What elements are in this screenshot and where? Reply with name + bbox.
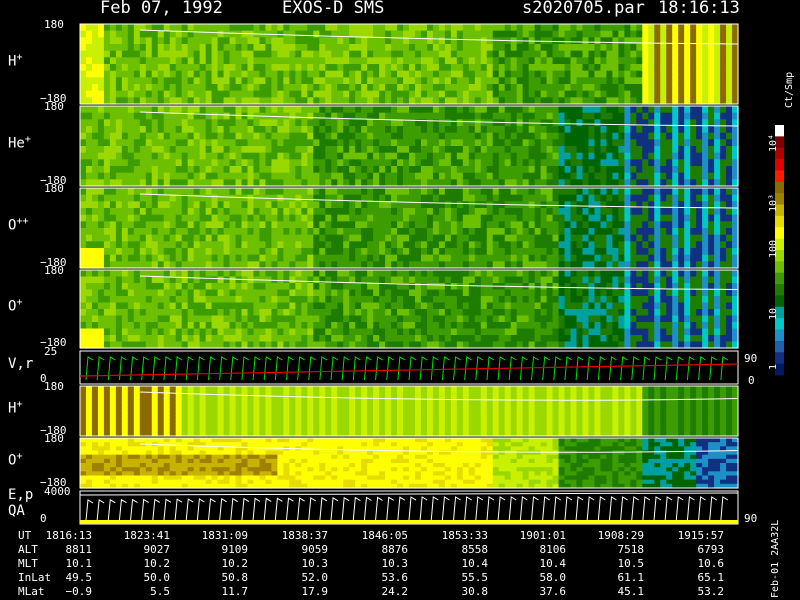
panel-right-top-8: 90 (744, 512, 758, 525)
panel-8 (79, 490, 739, 525)
ephemeris-cell: 11.7 (221, 585, 249, 598)
panel-top-tick-6: 180 (44, 380, 64, 393)
ephemeris-cell: 10.4 (539, 557, 567, 570)
ephemeris-cell: 10.3 (301, 557, 329, 570)
panel-label-1: H+ (8, 52, 23, 70)
colorbar-tick-100: 100 (768, 239, 779, 258)
ephemeris-cell: 1816:13 (45, 529, 92, 542)
panel-right-bottom-5: 0 (748, 374, 755, 387)
ephemeris-cell: 10.6 (697, 557, 725, 570)
ephemeris-cell: 61.1 (617, 571, 645, 584)
colorbar-tick-10: 10 (768, 307, 779, 320)
ephemeris-cell: 58.0 (539, 571, 567, 584)
ephemeris-cell: 55.5 (461, 571, 489, 584)
panel-7 (79, 437, 739, 489)
ephemeris-cell: 8106 (539, 543, 567, 556)
ephemeris-cell: 45.1 (617, 585, 645, 598)
panel-2 (79, 105, 739, 187)
ephemeris-cell: 52.0 (301, 571, 329, 584)
ephemeris-cell: 1901:01 (519, 529, 566, 542)
panel-6 (79, 385, 739, 437)
panel-bottom-tick-8: 0 (40, 512, 47, 525)
ephemeris-cell: 6793 (697, 543, 725, 556)
colorbar-tick-1e4: 10⁴ (768, 133, 779, 152)
ephemeris-cell: 50.0 (143, 571, 171, 584)
ephemeris-cell: 8558 (461, 543, 489, 556)
ephemeris-cell: 10.5 (617, 557, 645, 570)
ephemeris-cell: 65.1 (697, 571, 725, 584)
panel-label-2: He+ (8, 134, 31, 152)
panel-top-tick-1: 180 (44, 18, 64, 31)
panel-top-tick-3: 180 (44, 182, 64, 195)
panel-5 (79, 350, 739, 385)
panel-top-tick-5: 25 (44, 345, 58, 358)
ephemeris-cell: 24.2 (381, 585, 409, 598)
panel-label-6: H+ (8, 399, 23, 417)
ephemeris-row-label: MLT (18, 557, 38, 570)
spectrogram-panels (79, 23, 784, 525)
ephemeris-cell: 53.2 (697, 585, 725, 598)
ephemeris-cell: 8811 (65, 543, 93, 556)
panel-4 (79, 269, 739, 349)
ephemeris-cell: 1838:37 (281, 529, 328, 542)
panel-label-8: E,p QA (8, 487, 34, 519)
colorbar-title: Ct/Smp (784, 71, 795, 108)
panel-3 (79, 187, 739, 269)
ephemeris-cell: 1908:29 (597, 529, 644, 542)
ephemeris-row-label: UT (18, 529, 32, 542)
panel-top-tick-8: 4000 (44, 485, 71, 498)
panel-right-top-5: 90 (744, 352, 758, 365)
ephemeris-cell: 10.1 (65, 557, 93, 570)
colorbar-tick-1: 1 (768, 363, 779, 370)
colorbar-tick-1e3: 10³ (768, 193, 779, 212)
panel-label-7: O+ (8, 451, 23, 469)
ephemeris-cell: 1846:05 (361, 529, 408, 542)
panel-top-tick-4: 180 (44, 264, 64, 277)
ephemeris-cell: 8876 (381, 543, 409, 556)
ephemeris-cell: 9059 (301, 543, 329, 556)
ephemeris-cell: 30.8 (461, 585, 489, 598)
ephemeris-cell: 9027 (143, 543, 171, 556)
ephemeris-cell: 1831:09 (201, 529, 248, 542)
ephemeris-cell: 1853:33 (441, 529, 488, 542)
qa-bar (80, 520, 738, 524)
ephemeris-cell: 1823:41 (123, 529, 170, 542)
footer-id: Feb-01 2AA32L (770, 519, 781, 598)
ephemeris-cell: 10.3 (381, 557, 409, 570)
ephemeris-cell: 5.5 (150, 585, 170, 598)
ephemeris-cell: 50.8 (221, 571, 249, 584)
ephemeris-cell: −0.9 (65, 585, 93, 598)
ephemeris-cell: 37.6 (539, 585, 567, 598)
panel-top-tick-2: 180 (44, 100, 64, 113)
ephemeris-cell: 49.5 (65, 571, 93, 584)
ephemeris-cell: 17.9 (301, 585, 329, 598)
panel-1 (79, 23, 739, 105)
ephemeris-cell: 1915:57 (677, 529, 724, 542)
ephemeris-row-label: ALT (18, 543, 38, 556)
panel-top-tick-7: 180 (44, 432, 64, 445)
ephemeris-cell: 7518 (617, 543, 645, 556)
panel-label-4: O+ (8, 297, 23, 315)
ephemeris-cell: 10.2 (221, 557, 249, 570)
ephemeris-cell: 53.6 (381, 571, 409, 584)
panel-label-5: V,r (8, 355, 34, 372)
panel-label-3: O++ (8, 216, 29, 234)
ephemeris-cell: 9109 (221, 543, 249, 556)
ephemeris-cell: 10.2 (143, 557, 171, 570)
ephemeris-cell: 10.4 (461, 557, 489, 570)
